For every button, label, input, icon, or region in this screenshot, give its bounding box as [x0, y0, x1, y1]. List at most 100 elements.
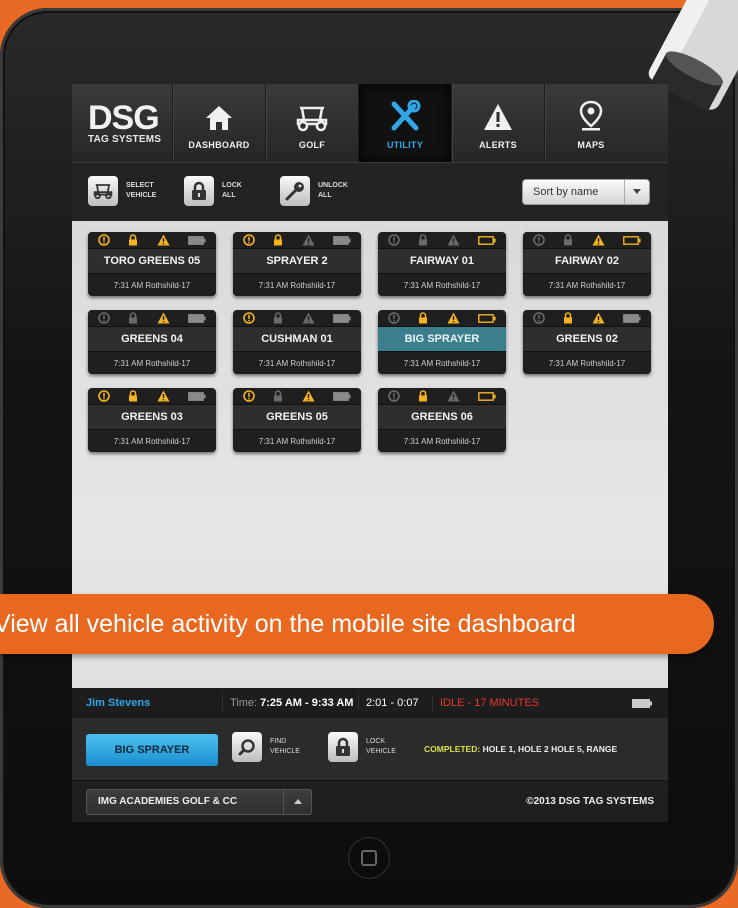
vehicle-status-icons [378, 388, 506, 404]
vehicle-status-icons [233, 310, 361, 326]
battery-icon [188, 313, 206, 323]
tab-dashboard[interactable]: DASHBOARD [172, 84, 265, 162]
lockv-label-1: LOCK [366, 738, 386, 745]
alert-icon [157, 312, 170, 324]
unlock-all-button[interactable]: UNLOCK ALL [280, 176, 358, 206]
info-icon [243, 234, 255, 246]
tab-golf-label: GOLF [298, 140, 326, 150]
vehicle-card[interactable]: CUSHMAN 01 7:31 AM Rothshild-17 [233, 310, 361, 374]
alert-icon [157, 390, 170, 402]
vehicle-card[interactable]: GREENS 03 7:31 AM Rothshild-17 [88, 388, 216, 452]
app-screen: DSG TAG SYSTEMS DASHBOARD GOLF UTILITY A… [72, 84, 668, 822]
vehicle-name: FAIRWAY 02 [523, 248, 651, 274]
tab-utility[interactable]: UTILITY [358, 84, 451, 162]
brand-logo: DSG TAG SYSTEMS [72, 84, 172, 162]
battery-icon [333, 391, 351, 401]
battery-icon [623, 235, 641, 245]
status-bar: Jim Stevens Time: 7:25 AM - 9:33 AM 2:01… [72, 688, 668, 718]
lock-icon [419, 390, 428, 402]
vehicle-status-icons [378, 310, 506, 326]
vehicle-name: GREENS 05 [233, 404, 361, 430]
vehicle-time: 7:31 AM Rothshild-17 [258, 436, 336, 446]
vehicle-name: GREENS 04 [88, 326, 216, 352]
user-name: Jim Stevens [86, 697, 151, 709]
idle-status: IDLE - 17 MINUTES [440, 697, 540, 709]
alert-icon [592, 234, 605, 246]
find-vehicle-button[interactable]: FIND VEHICLE [232, 732, 300, 762]
lock-icon [336, 737, 350, 756]
lockv-label-2: VEHICLE [366, 748, 396, 755]
tab-maps-label: MAPS [577, 140, 605, 150]
selected-vehicle-button[interactable]: BIG SPRAYER [86, 734, 218, 766]
vehicle-time: 7:31 AM Rothshild-17 [403, 358, 481, 368]
find-label-1: FIND [270, 738, 287, 745]
battery-icon [478, 235, 496, 245]
info-icon [243, 312, 255, 324]
time-range: 7:25 AM - 9:33 AM [260, 697, 354, 709]
vehicle-card[interactable]: GREENS 06 7:31 AM Rothshild-17 [378, 388, 506, 452]
vehicle-status-icons [378, 232, 506, 248]
vehicle-status-icons [233, 388, 361, 404]
alert-icon [484, 104, 512, 130]
vehicle-card[interactable]: GREENS 02 7:31 AM Rothshild-17 [523, 310, 651, 374]
lock-icon [192, 181, 206, 200]
home-button[interactable] [349, 838, 389, 878]
tab-alerts-label: ALERTS [479, 140, 517, 150]
vehicle-name: CUSHMAN 01 [233, 326, 361, 352]
tab-dashboard-label: DASHBOARD [188, 140, 250, 150]
vehicle-card[interactable]: GREENS 04 7:31 AM Rothshild-17 [88, 310, 216, 374]
home-icon [206, 106, 232, 130]
vehicle-name: TORO GREENS 05 [88, 248, 216, 274]
vehicle-card[interactable]: FAIRWAY 02 7:31 AM Rothshild-17 [523, 232, 651, 296]
vehicle-card[interactable]: GREENS 05 7:31 AM Rothshild-17 [233, 388, 361, 452]
lock-vehicle-button[interactable]: LOCK VEHICLE [328, 732, 396, 762]
vehicle-status-icons [233, 232, 361, 248]
info-icon [243, 390, 255, 402]
vehicle-name: GREENS 02 [523, 326, 651, 352]
vehicle-card[interactable]: SPRAYER 2 7:31 AM Rothshild-17 [233, 232, 361, 296]
toolbar: SELECT VEHICLE LOCK ALL UNLOCK ALL Sort … [72, 162, 668, 221]
chevron-down-icon [624, 180, 649, 204]
completed-holes: COMPLETED: HOLE 1, HOLE 2 HOLE 5, RANGE [424, 744, 617, 754]
unlock-label-2: ALL [318, 192, 332, 199]
alert-icon [447, 390, 460, 402]
lock-icon [129, 312, 138, 324]
vehicle-name: SPRAYER 2 [233, 248, 361, 274]
select-vehicle-button[interactable]: SELECT VEHICLE [88, 176, 166, 206]
promo-banner: View all vehicle activity on the mobile … [0, 594, 714, 654]
tab-maps[interactable]: MAPS [544, 84, 637, 162]
lock-label-2: ALL [222, 192, 236, 199]
vehicle-card[interactable]: FAIRWAY 01 7:31 AM Rothshild-17 [378, 232, 506, 296]
alert-icon [592, 312, 605, 324]
search-icon [238, 739, 255, 756]
course-select[interactable]: IMG ACADEMIES GOLF & CC [86, 789, 312, 815]
golf-cart-icon [93, 184, 113, 200]
banner-text: View all vehicle activity on the mobile … [0, 609, 576, 638]
completed-label: COMPLETED: [424, 744, 481, 754]
tools-icon [391, 100, 421, 131]
vehicle-card[interactable]: BIG SPRAYER 7:31 AM Rothshild-17 [378, 310, 506, 374]
select-label-1: SELECT [126, 182, 154, 189]
tab-utility-label: UTILITY [386, 140, 424, 150]
info-icon [98, 312, 110, 324]
tab-alerts[interactable]: ALERTS [451, 84, 544, 162]
vehicle-name: BIG SPRAYER [378, 326, 506, 352]
vehicle-status-icons [523, 232, 651, 248]
battery-icon [478, 391, 496, 401]
vehicle-card[interactable]: TORO GREENS 05 7:31 AM Rothshild-17 [88, 232, 216, 296]
chevron-up-icon [283, 789, 312, 815]
vehicle-name: FAIRWAY 01 [378, 248, 506, 274]
unlock-label-1: UNLOCK [318, 182, 348, 189]
info-icon [388, 312, 400, 324]
lock-all-button[interactable]: LOCK ALL [184, 176, 262, 206]
copyright-text: ©2013 DSG TAG SYSTEMS [526, 796, 654, 807]
key-icon [285, 182, 304, 201]
vehicle-time: 7:31 AM Rothshild-17 [403, 436, 481, 446]
tab-golf[interactable]: GOLF [265, 84, 358, 162]
sort-select[interactable]: Sort by name [522, 179, 650, 205]
footer-bar: IMG ACADEMIES GOLF & CC ©2013 DSG TAG SY… [72, 780, 668, 822]
logo-subtitle: TAG SYSTEMS [88, 133, 162, 145]
vehicle-time: 7:31 AM Rothshild-17 [113, 358, 191, 368]
vehicle-time: 7:31 AM Rothshild-17 [258, 280, 336, 290]
vehicle-status-icons [88, 310, 216, 326]
